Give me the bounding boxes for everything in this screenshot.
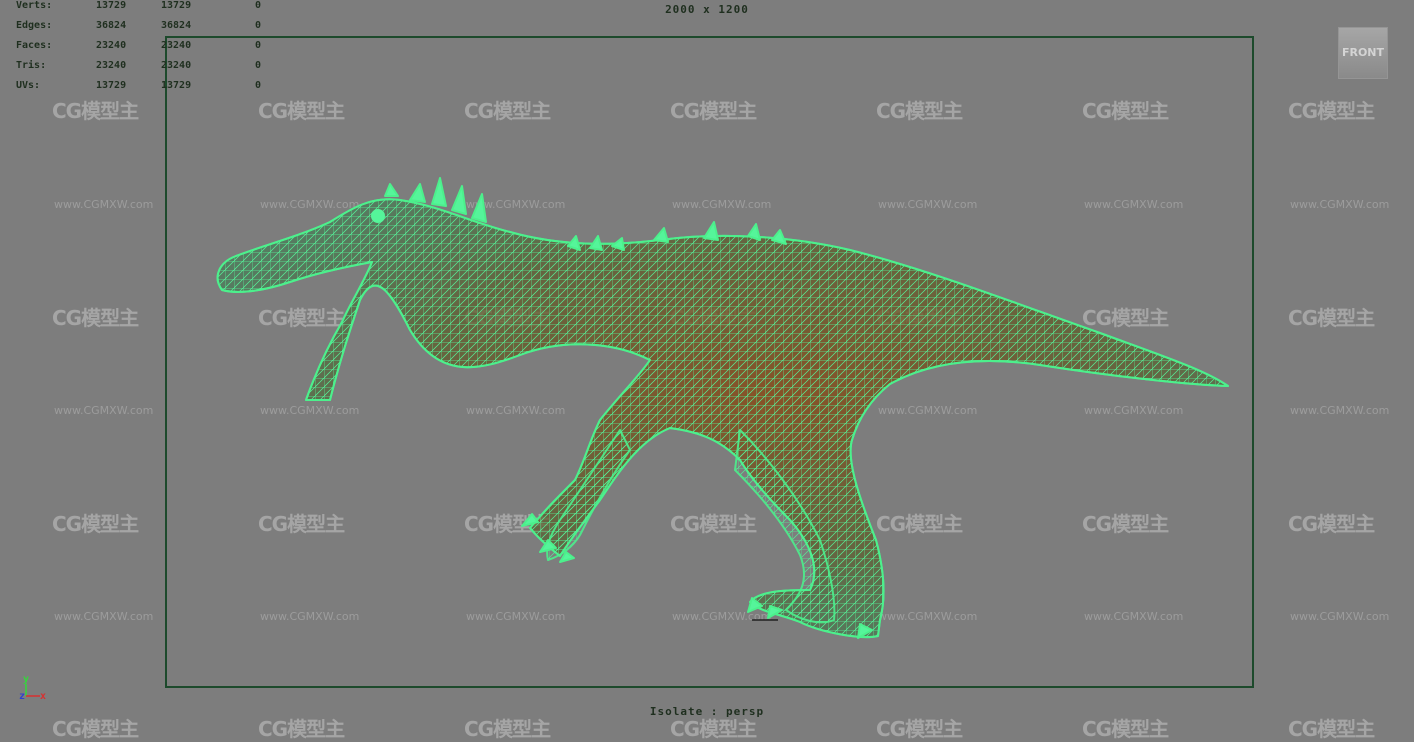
dinosaur-wireframe-model[interactable] xyxy=(0,0,1414,721)
stat-label: Faces: xyxy=(16,40,53,51)
stat-value: 23240 xyxy=(161,60,192,71)
view-cube[interactable]: FRONT xyxy=(1338,27,1388,79)
stat-value: 0 xyxy=(255,80,262,91)
axis-y-label: y xyxy=(23,674,29,685)
view-cube-label: FRONT xyxy=(1341,46,1385,59)
axis-z-label: z xyxy=(19,691,25,702)
stat-label: UVs: xyxy=(16,80,41,91)
resolution-readout: 2000 x 1200 xyxy=(665,3,749,16)
stat-value: 36824 xyxy=(161,20,192,31)
viewport-panel[interactable]: CG模型主 CG模型主 CG模型主 CG模型主 CG模型主 CG模型主 CG模型主 CG模型主… xyxy=(0,0,1414,741)
stat-value: 23240 xyxy=(161,40,192,51)
camera-name-readout: Isolate : persp xyxy=(649,705,765,718)
stat-value: 0 xyxy=(255,20,262,31)
stat-value: 23240 xyxy=(96,60,127,71)
stat-label: Edges: xyxy=(16,20,53,31)
stat-value: 23240 xyxy=(96,40,127,51)
axis-x-label: x xyxy=(40,691,46,702)
dinosaur-mesh xyxy=(216,177,1229,639)
stat-label: Tris: xyxy=(16,60,47,71)
stat-value: 0 xyxy=(255,60,262,71)
axis-gizmo-icon: y z x xyxy=(19,674,46,702)
stat-value: 0 xyxy=(255,40,262,51)
stat-value: 36824 xyxy=(96,20,127,31)
stat-value: 13729 xyxy=(161,80,192,91)
stat-value: 13729 xyxy=(96,80,127,91)
